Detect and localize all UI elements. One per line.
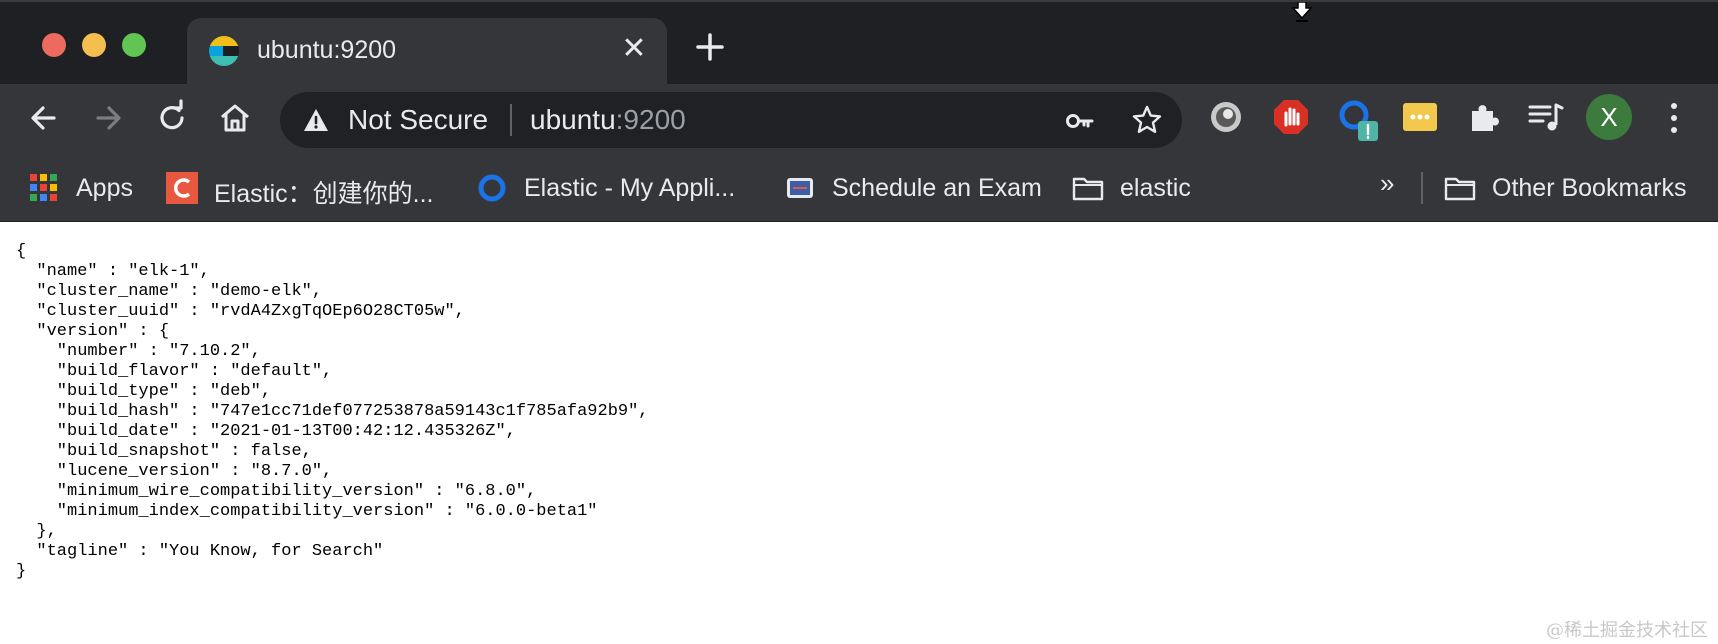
tab-strip: ubuntu:9200 ✕: [0, 0, 1718, 86]
bookmarks-bar: Apps Elastic：创建你的... Elastic - My Appli.…: [0, 156, 1718, 222]
bookmarks-divider: [1421, 172, 1423, 204]
elastic-c-icon: [166, 172, 198, 204]
warning-icon: [302, 106, 330, 134]
bookmark-label: Apps: [76, 174, 133, 202]
apps-grid-icon: [30, 174, 57, 201]
back-button[interactable]: [24, 98, 64, 138]
forward-arrow-icon: [96, 106, 121, 130]
chrome-menu-icon[interactable]: [1656, 96, 1692, 140]
minimize-window-button[interactable]: [82, 33, 106, 57]
bookmark-label: Elastic：创建你的...: [214, 180, 434, 208]
forward-button[interactable]: [88, 98, 128, 138]
browser-window: ubuntu:9200 ✕ Not Secure ubuntu:9200 X A…: [0, 0, 1718, 644]
security-indicator[interactable]: Not Secure: [348, 104, 488, 136]
tab-close-button[interactable]: ✕: [617, 32, 651, 66]
bookmark-label: Elastic - My Appli...: [524, 174, 736, 202]
maximize-window-button[interactable]: [122, 33, 146, 57]
back-arrow-icon: [31, 106, 56, 130]
exam-icon: [787, 178, 813, 198]
folder-icon: [1444, 177, 1476, 201]
folder-icon: [1072, 177, 1104, 201]
watermark-text: @稀土掘金技术社区: [1546, 620, 1708, 641]
extension-ring-badge-icon[interactable]: [1336, 97, 1378, 141]
bookmark-label: Other Bookmarks: [1492, 174, 1687, 202]
media-queue-icon[interactable]: [1526, 97, 1566, 137]
more-bookmarks-button[interactable]: »: [1380, 168, 1394, 199]
bookmark-star-icon[interactable]: [1131, 104, 1163, 136]
address-bar[interactable]: Not Secure ubuntu:9200: [280, 92, 1182, 148]
elastic-ring-icon: [478, 174, 506, 202]
home-button[interactable]: [215, 98, 255, 138]
new-tab-button[interactable]: [693, 30, 727, 64]
key-icon[interactable]: [1064, 105, 1096, 137]
url-host: ubuntu: [530, 104, 616, 135]
url-text[interactable]: ubuntu:9200: [530, 104, 686, 136]
extension-dots-icon[interactable]: [1400, 97, 1440, 137]
extensions-puzzle-icon[interactable]: [1464, 97, 1504, 137]
bookmark-label: elastic: [1120, 174, 1191, 202]
profile-avatar[interactable]: X: [1586, 94, 1632, 140]
url-port: :9200: [615, 104, 686, 135]
extension-record-icon[interactable]: [1206, 97, 1246, 137]
active-tab[interactable]: ubuntu:9200 ✕: [187, 18, 667, 86]
home-icon: [221, 104, 249, 132]
resize-cursor-icon: [1290, 1, 1314, 24]
close-window-button[interactable]: [42, 33, 66, 57]
json-response-text: { "name" : "elk-1", "cluster_name" : "de…: [16, 242, 649, 581]
plus-icon: [696, 33, 724, 61]
bookmark-label: Schedule an Exam: [832, 174, 1042, 202]
navigation-toolbar: Not Secure ubuntu:9200 X: [0, 84, 1718, 156]
reload-button[interactable]: [152, 98, 192, 138]
elastic-favicon-icon: [209, 36, 239, 66]
extension-stop-hand-icon[interactable]: [1271, 97, 1311, 137]
page-content: { "name" : "elk-1", "cluster_name" : "de…: [0, 222, 1718, 644]
tab-title: ubuntu:9200: [257, 36, 397, 64]
reload-icon: [160, 99, 184, 130]
omnibox-divider: [510, 104, 512, 136]
